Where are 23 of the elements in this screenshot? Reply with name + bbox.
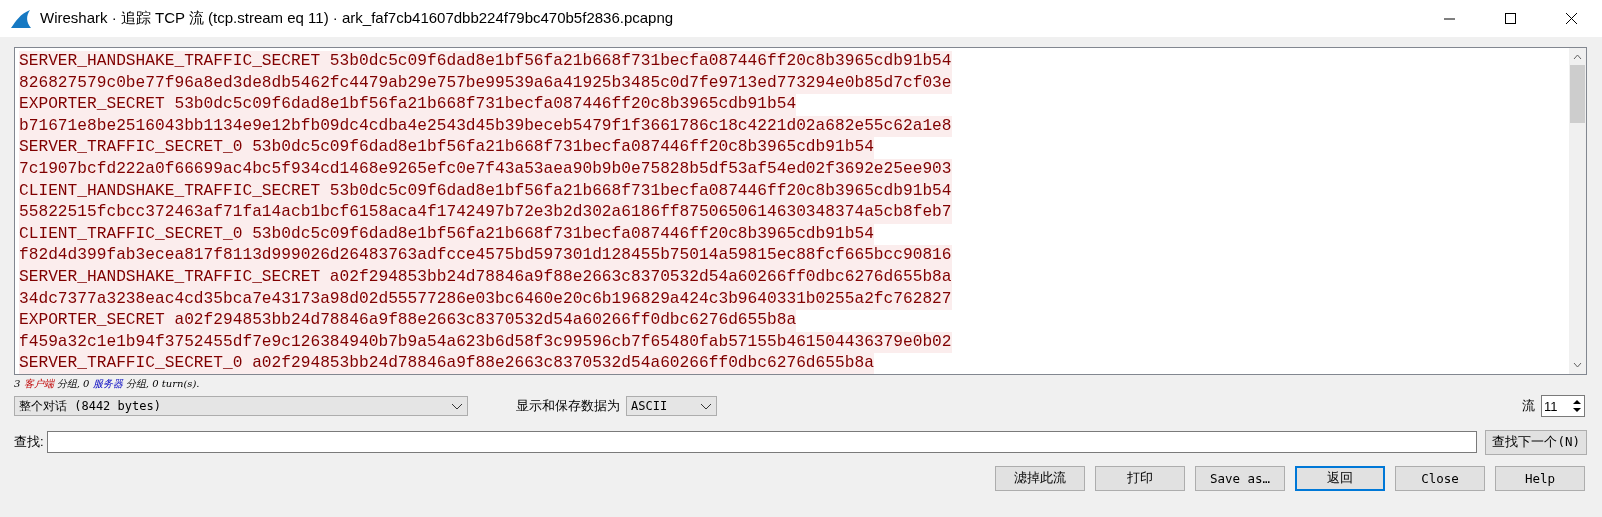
close-icon — [1566, 13, 1577, 24]
vertical-scrollbar[interactable] — [1569, 48, 1586, 374]
stream-label: 流 — [1522, 397, 1535, 415]
dialog-button[interactable]: Save as… — [1195, 465, 1285, 491]
dialog-button[interactable]: Close — [1395, 465, 1485, 491]
format-label: 显示和保存数据为 — [516, 397, 620, 415]
stream-number-spinbox[interactable]: 11 — [1541, 395, 1585, 417]
format-dropdown[interactable]: ASCII — [626, 396, 717, 416]
find-next-button[interactable]: 查找下一个(N) — [1485, 429, 1587, 455]
scrollbar-thumb[interactable] — [1570, 65, 1585, 123]
dialog-button[interactable]: Help — [1495, 465, 1585, 491]
maximize-icon — [1505, 13, 1516, 24]
stream-summary: 3 客户端 分组, 0 服务器 分组, 0 turn(s). — [14, 377, 201, 391]
find-label: 查找: — [14, 433, 44, 451]
dropdown-caret-icon — [451, 402, 463, 410]
conversation-dropdown[interactable]: 整个对话 (8442 bytes) — [14, 396, 468, 416]
dialog-button[interactable]: 滤掉此流 — [995, 465, 1085, 491]
find-input[interactable] — [46, 431, 1478, 453]
dropdown-caret-icon — [700, 402, 712, 410]
window-title: Wireshark · 追踪 TCP 流 (tcp.stream eq 11) · ark_faf7cb41607dbb224f79bc470b5f2836.pcapng — [40, 9, 675, 28]
dialog-button[interactable]: 返回 — [1295, 465, 1385, 491]
dialog-button[interactable]: 打印 — [1095, 465, 1185, 491]
shark-fin-icon — [10, 8, 32, 29]
